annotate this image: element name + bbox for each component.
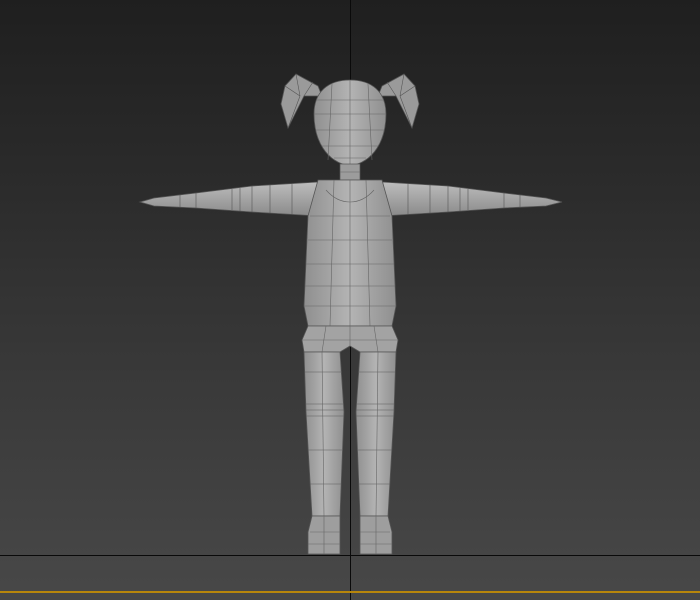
head-mesh <box>313 79 387 167</box>
character-mesh[interactable] <box>0 0 700 600</box>
right-arm-mesh <box>381 181 563 217</box>
right-leg-mesh <box>355 351 397 517</box>
left-arm-mesh <box>138 181 319 217</box>
3d-viewport[interactable] <box>0 0 700 600</box>
torso-mesh <box>303 179 397 327</box>
left-foot-mesh <box>307 515 341 555</box>
hips-mesh <box>301 325 399 353</box>
neck-mesh <box>339 163 361 181</box>
left-leg-mesh <box>303 351 345 517</box>
right-foot-mesh <box>359 515 393 555</box>
viewport-active-border <box>0 591 700 593</box>
